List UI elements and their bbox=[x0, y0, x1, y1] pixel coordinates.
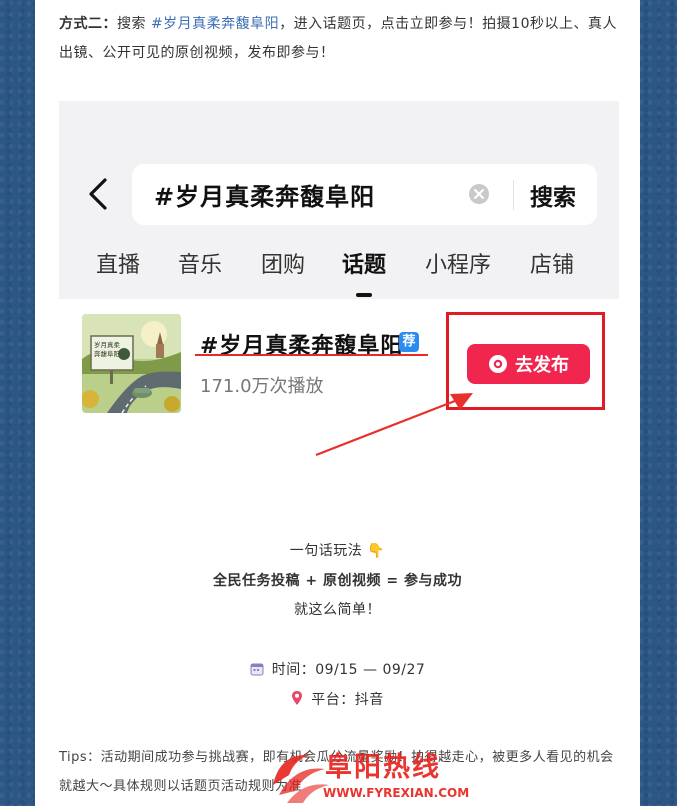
tab-bar: 直播 音乐 团购 话题 小程序 店铺 bbox=[59, 247, 619, 287]
platform-row: 平台：抖音 bbox=[35, 689, 640, 710]
app-screenshot: #岁月真柔奔馥阜阳 搜索 直播 音乐 团购 话题 小程序 店铺 bbox=[59, 101, 619, 299]
camera-icon bbox=[489, 355, 507, 373]
article-card: 方式二：搜索 #岁月真柔奔馥阜阳，进入话题页，点击立即参与！拍摄10秒以上、真人… bbox=[35, 0, 640, 806]
topic-thumbnail[interactable]: 岁月真柔 奔馥阜阳 bbox=[82, 314, 181, 413]
tab-live[interactable]: 直播 bbox=[96, 247, 140, 279]
tab-topic[interactable]: 话题 bbox=[342, 247, 386, 279]
pin-icon bbox=[291, 690, 303, 710]
back-arrow-icon[interactable] bbox=[85, 177, 111, 211]
time-text: 时间：09/15 — 09/27 bbox=[271, 662, 426, 678]
title-underline-annotation bbox=[195, 354, 428, 356]
platform-text: 平台：抖音 bbox=[311, 692, 384, 708]
search-divider bbox=[513, 180, 514, 210]
tab-group-buy[interactable]: 团购 bbox=[261, 247, 305, 279]
thumbnail-illustration: 岁月真柔 奔馥阜阳 bbox=[82, 314, 181, 413]
play-tip-line: 一句话玩法 👇 bbox=[289, 543, 386, 559]
time-row: 时间：09/15 — 09/27 bbox=[35, 659, 640, 680]
play-count: 171.0万次播放 bbox=[200, 376, 324, 397]
intro-text-before: 搜索 bbox=[117, 16, 151, 32]
search-button[interactable]: 搜索 bbox=[530, 178, 576, 212]
watermark-name: 阜阳热线 bbox=[325, 752, 441, 783]
calendar-icon bbox=[250, 662, 264, 680]
publish-label: 去发布 bbox=[515, 355, 569, 376]
thumbnail-title: 岁月真柔 bbox=[94, 340, 121, 349]
tab-mini-program[interactable]: 小程序 bbox=[425, 247, 491, 279]
thumbnail-title-2: 奔馥阜阳 bbox=[94, 349, 120, 358]
clear-icon[interactable] bbox=[468, 183, 490, 205]
site-watermark: 阜阳热线 WWW.FYREXIAN.COM bbox=[265, 745, 485, 805]
search-query: #岁月真柔奔馥阜阳 bbox=[154, 183, 376, 211]
recommended-badge: 荐 bbox=[399, 332, 419, 352]
method-label: 方式二： bbox=[59, 16, 117, 32]
intro-hashtag[interactable]: #岁月真柔奔馥阜阳 bbox=[151, 16, 279, 32]
pointer-arrow-icon bbox=[315, 393, 473, 457]
watermark-url: WWW.FYREXIAN.COM bbox=[323, 786, 470, 800]
publish-button[interactable]: 去发布 bbox=[467, 344, 590, 384]
tab-music[interactable]: 音乐 bbox=[178, 247, 222, 279]
tab-store[interactable]: 店铺 bbox=[530, 247, 574, 279]
formula-line: 全民任务投稿 + 原创视频 = 参与成功 bbox=[213, 573, 462, 589]
search-input[interactable]: #岁月真柔奔馥阜阳 搜索 bbox=[132, 164, 597, 225]
simple-line: 就这么简单！ bbox=[294, 602, 381, 618]
active-tab-indicator bbox=[356, 293, 372, 297]
intro-paragraph: 方式二：搜索 #岁月真柔奔馥阜阳，进入话题页，点击立即参与！拍摄10秒以上、真人… bbox=[59, 10, 621, 68]
